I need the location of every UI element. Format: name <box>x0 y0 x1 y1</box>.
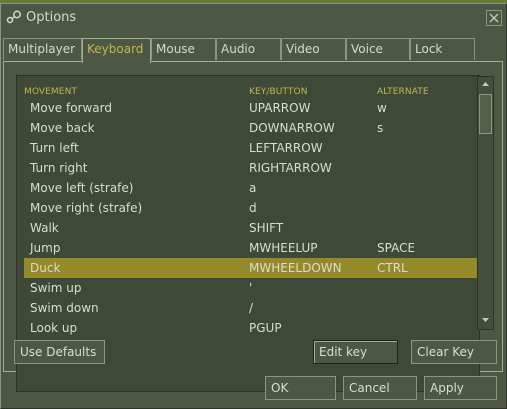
key-value: DOWNARROW <box>249 121 335 135</box>
list-item[interactable]: Turn left LEFTARROW <box>24 138 477 158</box>
list-item[interactable]: Swim up ' <box>24 278 477 298</box>
window-title: Options <box>26 10 77 25</box>
tab-voice[interactable]: Voice <box>346 38 410 60</box>
action-label: Walk <box>30 221 59 235</box>
action-label: Look up <box>30 321 78 335</box>
key-value: UPARROW <box>249 101 311 115</box>
list-item[interactable]: Move left (strafe) a <box>24 178 477 198</box>
cancel-button[interactable]: Cancel <box>343 376 417 400</box>
close-button[interactable] <box>486 10 502 26</box>
list-item[interactable]: Jump MWHEELUP SPACE <box>24 238 477 258</box>
tab-keyboard[interactable]: Keyboard <box>82 38 151 63</box>
tab-audio[interactable]: Audio <box>216 38 281 60</box>
key-value: LEFTARROW <box>249 141 323 155</box>
list-item[interactable]: Swim down / <box>24 298 477 318</box>
key-value: a <box>249 181 257 195</box>
tab-lock[interactable]: Lock <box>410 38 475 60</box>
list-item[interactable]: Move back DOWNARROW s <box>24 118 477 138</box>
action-label: Duck <box>30 261 61 275</box>
use-defaults-button[interactable]: Use Defaults <box>14 340 105 364</box>
options-dialog: Options Multiplayer Keyboard Mouse Audio… <box>0 3 507 409</box>
action-label: Move forward <box>30 101 113 115</box>
action-label: Turn right <box>30 161 88 175</box>
key-value: MWHEELUP <box>249 241 318 255</box>
tab-bar: Multiplayer Keyboard Mouse Audio Video V… <box>3 38 483 63</box>
list-item-selected[interactable]: Duck MWHEELDOWN CTRL <box>24 258 477 278</box>
column-header-key[interactable]: KEY/BUTTON <box>249 87 308 97</box>
action-label: Move left (strafe) <box>30 181 134 195</box>
alternate-value: w <box>377 101 387 115</box>
title-bar[interactable]: Options <box>1 4 506 30</box>
close-icon <box>489 13 499 23</box>
scroll-thumb[interactable] <box>479 94 492 134</box>
action-label: Turn left <box>30 141 79 155</box>
list-item[interactable]: Move forward UPARROW w <box>24 98 477 118</box>
list-item[interactable]: Look up PGUP <box>24 318 477 338</box>
column-header-action[interactable]: MOVEMENT <box>24 87 77 97</box>
action-label: Swim up <box>30 281 82 295</box>
list-item[interactable]: Walk SHIFT <box>24 218 477 238</box>
clear-key-button[interactable]: Clear Key <box>411 340 497 364</box>
scroll-down-button[interactable] <box>479 313 492 326</box>
list-item[interactable]: Move right (strafe) d <box>24 198 477 218</box>
key-value: PGUP <box>249 321 282 335</box>
action-label: Move right (strafe) <box>30 201 143 215</box>
key-value: MWHEELDOWN <box>249 261 342 275</box>
key-value: SHIFT <box>249 221 284 235</box>
apply-button[interactable]: Apply <box>424 376 497 400</box>
ok-button[interactable]: OK <box>265 376 336 400</box>
steam-logo-icon <box>6 10 22 24</box>
list-item[interactable]: Turn right RIGHTARROW <box>24 158 477 178</box>
tab-mouse[interactable]: Mouse <box>151 38 216 60</box>
key-value: ' <box>249 281 253 295</box>
alternate-value: s <box>377 121 384 135</box>
alternate-value: SPACE <box>377 241 416 255</box>
tab-multiplayer[interactable]: Multiplayer <box>3 38 82 60</box>
action-label: Move back <box>30 121 95 135</box>
keyboard-panel: MOVEMENT KEY/BUTTON ALTERNATE Move forwa… <box>3 61 503 392</box>
edit-key-button[interactable]: Edit key <box>313 340 398 364</box>
action-label: Jump <box>30 241 61 255</box>
scroll-up-arrow-icon <box>482 82 489 86</box>
key-value: d <box>249 201 257 215</box>
action-label: Swim down <box>30 301 99 315</box>
scroll-down-arrow-icon <box>482 318 489 322</box>
tab-video[interactable]: Video <box>281 38 346 60</box>
key-value: / <box>249 301 254 315</box>
scroll-up-button[interactable] <box>479 78 492 91</box>
column-header-alternate[interactable]: ALTERNATE <box>377 87 429 97</box>
list-scrollbar[interactable] <box>477 76 494 330</box>
key-value: RIGHTARROW <box>249 161 332 175</box>
alternate-value: CTRL <box>377 261 408 275</box>
